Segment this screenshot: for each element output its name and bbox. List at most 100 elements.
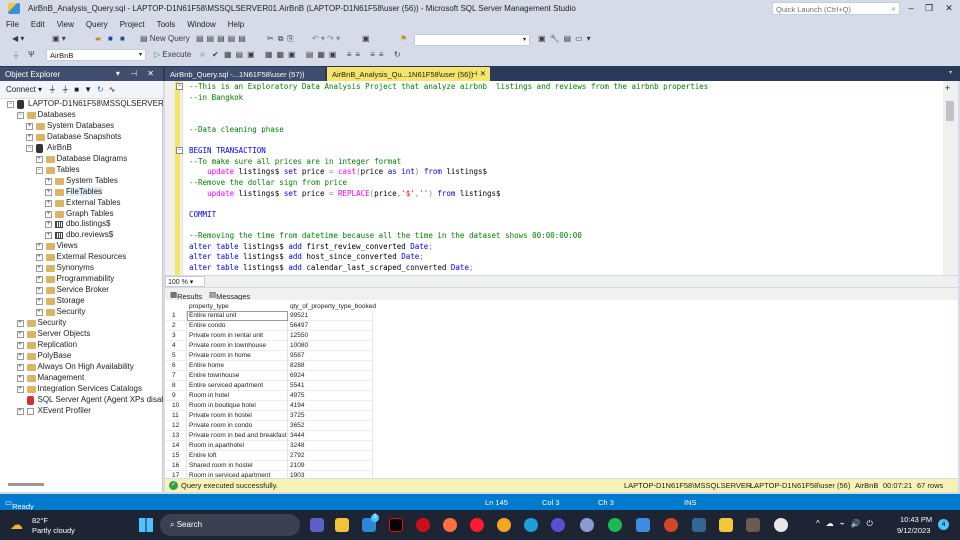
tree-node[interactable]: + Always On High Availability — [0, 362, 163, 373]
expand-icon[interactable]: + — [26, 122, 33, 130]
cell-property-type[interactable]: Private room in home — [189, 352, 251, 359]
collapse-icon[interactable]: − — [7, 101, 14, 108]
tree-node[interactable]: + Database Snapshots — [0, 132, 163, 143]
expand-icon[interactable]: + — [35, 243, 43, 251]
tree-node[interactable]: + FileTables — [0, 186, 163, 198]
menu-help[interactable]: Help — [222, 18, 250, 29]
expand-icon[interactable]: + — [45, 177, 52, 185]
expand-icon[interactable]: + — [45, 232, 52, 240]
find-icon[interactable]: ⚑ — [400, 34, 407, 43]
menu-window[interactable]: Window — [181, 18, 221, 29]
cell-property-type[interactable]: Entire serviced apartment — [189, 382, 263, 389]
tree-node[interactable]: − LAPTOP-D1N61F58\MSSQLSERVER01 (SQL — [0, 99, 163, 110]
execute-button[interactable]: ▷ Execute — [154, 50, 191, 59]
table-row[interactable]: 5 Private room in home 9587 — [165, 351, 375, 361]
tree-node[interactable]: + Graph Tables — [0, 209, 163, 220]
tree-node[interactable]: + External Tables — [0, 198, 163, 209]
cell-qty[interactable]: 6924 — [290, 372, 304, 379]
table-row[interactable]: 7 Entire townhouse 6924 — [165, 371, 375, 381]
expand-icon[interactable]: + — [35, 155, 43, 163]
expand-icon[interactable]: + — [45, 210, 52, 218]
cell-property-type[interactable]: Entire townhouse — [189, 372, 239, 379]
tree-node[interactable]: + Management — [0, 373, 163, 384]
menu-query[interactable]: Query — [80, 18, 114, 29]
table-row[interactable]: 11 Private room in hostel 3725 — [165, 411, 375, 421]
undo-icon[interactable]: ↶ ▾ ↷ ▾ — [312, 34, 340, 43]
cell-qty[interactable]: 2792 — [290, 452, 304, 459]
opera-gx-icon[interactable] — [416, 518, 430, 532]
table-row[interactable]: 14 Room in aparthotel 3248 — [165, 441, 375, 451]
opera-icon[interactable] — [470, 518, 484, 532]
powerpoint-icon[interactable] — [664, 518, 678, 532]
mail-icon[interactable]: 3 — [362, 514, 379, 532]
close-tab-icon[interactable]: ⊣ ✕ — [471, 69, 486, 78]
find-combo[interactable]: ▾ — [414, 34, 530, 46]
panel-controls[interactable]: ▾ ⊣ ✕ — [116, 69, 158, 78]
explorer-tool-icons[interactable]: ⏚⏚■▼↻∿ — [48, 85, 120, 94]
expand-icon[interactable]: + — [16, 341, 24, 349]
notepad-icon[interactable] — [636, 518, 650, 532]
tree-node[interactable]: + System Tables — [0, 176, 163, 187]
cell-property-type[interactable]: Private room in townhouse — [189, 342, 266, 349]
tree-node[interactable]: + Integration Services Catalogs — [0, 384, 163, 395]
cut-copy-paste-icons[interactable]: ✂⧉⎘ — [267, 34, 298, 44]
collapse-icon[interactable]: − — [16, 111, 24, 119]
table-row[interactable]: 1 Entire rental unit 99521 — [165, 311, 375, 321]
tree-node[interactable]: + XEvent Profiler — [0, 406, 163, 417]
table-row[interactable]: 8 Entire serviced apartment 5541 — [165, 381, 375, 391]
collapse-icon[interactable]: − — [35, 166, 43, 174]
cell-qty[interactable]: 12550 — [290, 332, 308, 339]
netflix-icon[interactable] — [389, 518, 403, 532]
cell-property-type[interactable]: Private room in bed and breakfast — [189, 432, 287, 439]
expand-icon[interactable]: + — [35, 265, 43, 273]
menu-edit[interactable]: Edit — [25, 18, 51, 29]
cell-qty[interactable]: 3444 — [290, 432, 304, 439]
cell-qty[interactable]: 56497 — [290, 322, 308, 329]
table-row[interactable]: 2 Entire condo 56497 — [165, 321, 375, 331]
query-option-icons[interactable]: ▦▤▣ ▦▦▣ ▤▦▣ ≡≡ ≡≡ ↻ — [224, 50, 405, 59]
tree-node[interactable]: + Security — [0, 307, 163, 318]
minimize-button[interactable]: – — [904, 3, 918, 13]
tree-node[interactable]: SQL Server Agent (Agent XPs disabled) — [0, 395, 163, 406]
cell-property-type[interactable]: Private room in rental unit — [189, 332, 263, 339]
tree-node[interactable]: + dbo.reviews$ — [0, 230, 163, 241]
cell-property-type[interactable]: Room in serviced apartment — [189, 472, 270, 478]
cell-property-type[interactable]: Entire rental unit — [189, 312, 236, 319]
connect-button[interactable]: Connect ▾ — [6, 85, 42, 94]
fold-icon[interactable]: − — [176, 83, 183, 90]
cell-property-type[interactable]: Entire loft — [189, 452, 216, 459]
file-explorer-icon[interactable] — [335, 518, 349, 532]
tree-node[interactable]: − AirBnB — [0, 143, 163, 154]
postgres-icon[interactable] — [692, 518, 706, 532]
database-select[interactable]: AirBnB ▾ — [46, 49, 146, 61]
expand-icon[interactable]: + — [35, 276, 43, 284]
expand-icon[interactable]: + — [35, 254, 43, 262]
table-row[interactable]: 6 Entire home 8288 — [165, 361, 375, 371]
expand-icon[interactable]: + — [16, 320, 24, 327]
firefox-icon[interactable] — [443, 518, 457, 532]
tree-node[interactable]: + Programmability — [0, 274, 163, 285]
cell-qty[interactable]: 3652 — [290, 422, 304, 429]
cell-property-type[interactable]: Private room in condo — [189, 422, 252, 429]
table-row[interactable]: 13 Private room in bed and breakfast 3444 — [165, 431, 375, 441]
change-connection-icon[interactable]: Ѱ — [28, 50, 34, 59]
cell-property-type[interactable]: Entire home — [189, 362, 224, 369]
cell-qty[interactable]: 4194 — [290, 402, 304, 409]
cell-qty[interactable]: 8288 — [290, 362, 304, 369]
weather-desc[interactable]: Partly cloudy — [32, 526, 75, 535]
tree-node[interactable]: − Databases — [0, 110, 163, 121]
menu-tools[interactable]: Tools — [151, 18, 182, 29]
scroll-thumb[interactable] — [946, 101, 954, 121]
cell-qty[interactable]: 99521 — [290, 312, 308, 319]
table-row[interactable]: 9 Room in hotel 4975 — [165, 391, 375, 401]
back-icon[interactable]: ◀ ▾ — [12, 34, 24, 43]
tree-node[interactable]: + System Databases — [0, 121, 163, 132]
fold-icon[interactable]: − — [176, 146, 183, 154]
open-icon[interactable]: ▰ — [95, 34, 101, 43]
solution-icon[interactable]: ▣ — [362, 34, 370, 43]
cell-property-type[interactable]: Room in boutique hotel — [189, 402, 256, 409]
cell-qty[interactable]: 5541 — [290, 382, 304, 389]
app-icon[interactable] — [746, 518, 760, 532]
weather-temp[interactable]: 82°F — [32, 516, 48, 525]
column-header[interactable]: qty_of_property_type_booked — [290, 303, 376, 310]
